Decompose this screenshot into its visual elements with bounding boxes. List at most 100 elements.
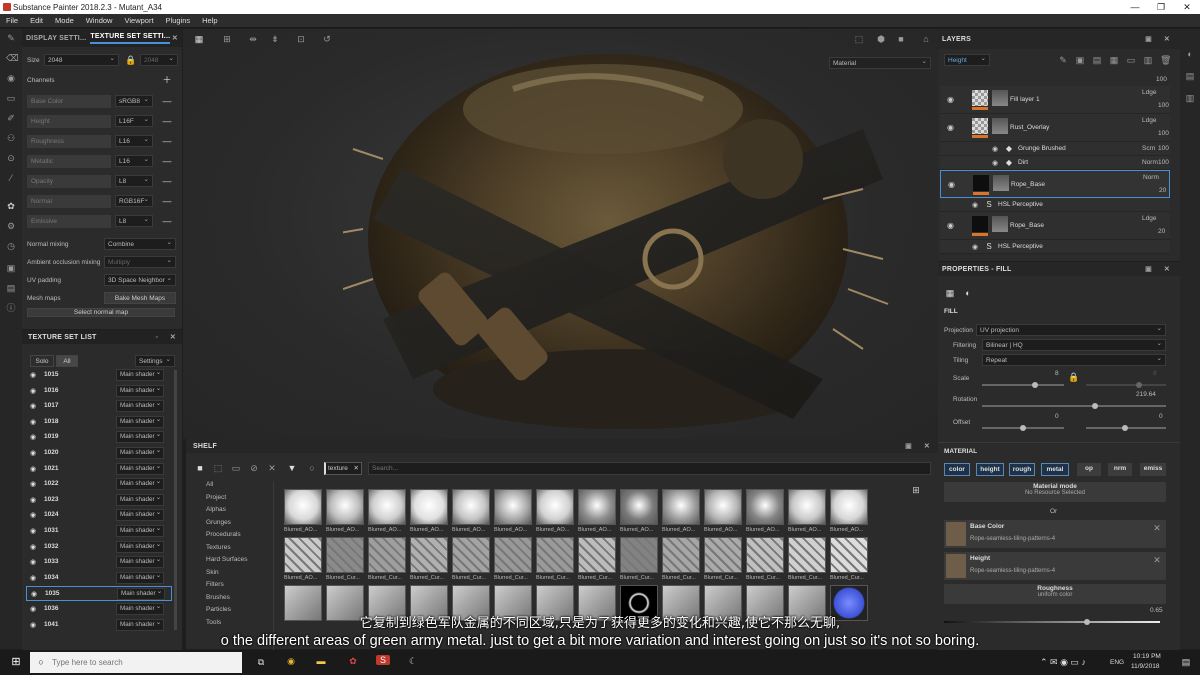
shelf-category-item[interactable]: All (206, 481, 213, 488)
material-channel-toggle[interactable]: nrm (1108, 463, 1132, 476)
layer-opacity[interactable]: 100 (1158, 159, 1169, 166)
layer-row[interactable]: ◉ Rope_Base Norm 20 (940, 170, 1170, 198)
material-picker-icon[interactable]: ⊙ (6, 153, 16, 163)
color-picker-icon[interactable]: ⁄ (6, 173, 16, 183)
texture-set-item[interactable]: ◉ 1021 Main shader (26, 462, 172, 477)
history-icon[interactable]: ◷ (6, 241, 16, 251)
shelf-category-item[interactable]: Project (206, 494, 226, 501)
shelf-search-input[interactable] (368, 462, 931, 475)
channel-format-dropdown[interactable]: L16 (115, 155, 153, 167)
remove-channel-icon[interactable]: — (162, 156, 172, 166)
visibility-radio-icon[interactable]: ◉ (30, 590, 38, 600)
remove-channel-icon[interactable]: — (162, 136, 172, 146)
shelf-thumbnail[interactable] (536, 537, 574, 573)
shelf-thumbnail[interactable] (620, 489, 658, 525)
3d-view-icon[interactable]: ⬢ (875, 34, 887, 44)
float-icon[interactable]: ▫ (155, 334, 158, 341)
layer-blend-mode[interactable]: Ldge (1142, 117, 1156, 124)
shader-dropdown[interactable]: Main shader (117, 587, 165, 601)
menu-viewport[interactable]: Viewport (118, 16, 159, 25)
layer-opacity[interactable]: 20 (1158, 228, 1165, 235)
add-fill-icon[interactable]: ▤ (1092, 55, 1102, 65)
taskbar-search-input[interactable] (52, 655, 232, 670)
uv-tile-icon[interactable]: ⊞ (221, 34, 233, 44)
texture-set-item[interactable]: ◉ 1034 Main shader (26, 571, 172, 586)
shelf-thumbnail[interactable] (788, 537, 826, 573)
menu-edit[interactable]: Edit (24, 16, 49, 25)
clear-icon[interactable]: ○ (306, 463, 318, 473)
tiling-dropdown[interactable]: Repeat (982, 354, 1166, 366)
add-layer-icon[interactable]: ▦ (1109, 55, 1119, 65)
shelf-thumbnail[interactable] (368, 537, 406, 573)
material-channel-toggle[interactable]: color (944, 463, 970, 476)
symmetry-x-icon[interactable]: ⇹ (247, 34, 259, 44)
channel-format-dropdown[interactable]: L16 (115, 135, 153, 147)
layer-row[interactable]: ◉ S HSL Perceptive (940, 198, 1170, 212)
filter-icon[interactable]: ▼ (286, 463, 298, 473)
visibility-radio-icon[interactable]: ◉ (29, 402, 37, 412)
grid-view-icon[interactable]: ⊞ (910, 485, 922, 495)
effect-name[interactable]: Grunge Brushed (1018, 145, 1066, 152)
shader-dropdown[interactable]: Main shader (116, 540, 164, 553)
hide-icon[interactable]: ⊘ (248, 463, 260, 473)
material-tab-icon[interactable]: ◐ (962, 288, 974, 298)
viewport[interactable]: ▦ ⊞ ⇹ ⇟ ⊡ ↺ ⬚ ⬢ ■ ⌂ Material (183, 29, 938, 439)
visibility-radio-icon[interactable]: ◉ (29, 511, 37, 521)
shader-dropdown[interactable]: Main shader (116, 415, 164, 428)
layer-blend-mode[interactable]: Norm (1143, 174, 1159, 181)
visibility-eye-icon[interactable]: ◉ (992, 145, 998, 153)
bake-icon[interactable]: ✿ (6, 201, 16, 211)
layer-opacity[interactable]: 100 (1158, 130, 1169, 137)
shelf-thumbnail[interactable] (326, 489, 364, 525)
layer-blend-mode[interactable]: Norm (1142, 159, 1158, 166)
material-channel-toggle[interactable]: emiss (1140, 463, 1166, 476)
channel-format-dropdown[interactable]: L16F (115, 115, 153, 127)
float-icon[interactable]: ▣ (905, 442, 912, 450)
camera-icon[interactable]: ■ (895, 34, 907, 44)
effect-name[interactable]: HSL Perceptive (998, 243, 1043, 250)
close-button[interactable]: ✕ (1174, 0, 1200, 14)
info-icon[interactable]: ⓘ (6, 303, 16, 313)
shelf-thumbnail[interactable] (662, 489, 700, 525)
projection-dropdown[interactable]: UV projection (976, 324, 1166, 336)
shelf-thumbnail[interactable] (410, 489, 448, 525)
shelf-category-item[interactable]: Grunges (206, 519, 231, 526)
fill-tab-icon[interactable]: ▦ (944, 288, 956, 298)
remove-resource-icon[interactable]: ✕ (1152, 555, 1162, 565)
paint-brush-icon[interactable]: ✎ (6, 33, 16, 43)
shelf-thumbnail[interactable] (326, 537, 364, 573)
channel-format-dropdown[interactable]: L8 (115, 175, 153, 187)
channel-format-dropdown[interactable]: L8 (115, 215, 153, 227)
delete-layer-icon[interactable]: 🗑 (1160, 55, 1171, 65)
menu-plugins[interactable]: Plugins (160, 16, 197, 25)
material-mode-box[interactable]: Material mode No Resource Selected (944, 482, 1166, 502)
size-dropdown-2[interactable]: 2048 (140, 54, 178, 66)
add-group-icon[interactable]: ▥ (1143, 55, 1153, 65)
shelf-thumbnail[interactable] (494, 489, 532, 525)
projection-icon[interactable]: ◉ (6, 73, 16, 83)
solo-button[interactable]: Solo (30, 355, 54, 367)
shelf-thumbnail[interactable] (368, 489, 406, 525)
material-channel-toggle[interactable]: metal (1041, 463, 1069, 476)
remove-tag-icon[interactable]: ✕ (354, 463, 359, 474)
visibility-eye-icon[interactable]: ◉ (947, 221, 954, 230)
screenshot-icon[interactable]: ⌂ (920, 34, 932, 44)
shelf-thumbnail[interactable] (704, 489, 742, 525)
shader-dropdown[interactable]: Main shader (116, 555, 164, 569)
effect-name[interactable]: Dirt (1018, 159, 1028, 166)
shelf-thumbnail[interactable] (746, 537, 784, 573)
visibility-radio-icon[interactable]: ◉ (29, 558, 37, 568)
filtering-dropdown[interactable]: Bilinear | HQ (982, 339, 1166, 351)
shelf-thumbnail[interactable] (578, 489, 616, 525)
texture-set-item[interactable]: ◉ 1017 Main shader (26, 399, 172, 414)
folder-icon[interactable]: ■ (194, 463, 206, 473)
close-icon[interactable]: ✕ (172, 34, 178, 42)
layer-blend-mode[interactable]: Scrn (1142, 145, 1155, 152)
layer-row[interactable]: ◉ S HSL Perceptive (940, 240, 1170, 254)
notification-icon[interactable]: ▤ (1180, 657, 1192, 667)
layer-row[interactable]: ◉ Fill layer 1 Ldge 100 (940, 86, 1170, 114)
scrollbar[interactable] (174, 370, 177, 630)
layer-opacity[interactable]: 100 (1158, 145, 1169, 152)
visibility-eye-icon[interactable]: ◉ (972, 243, 978, 251)
shader-dropdown[interactable]: Main shader (116, 477, 164, 491)
